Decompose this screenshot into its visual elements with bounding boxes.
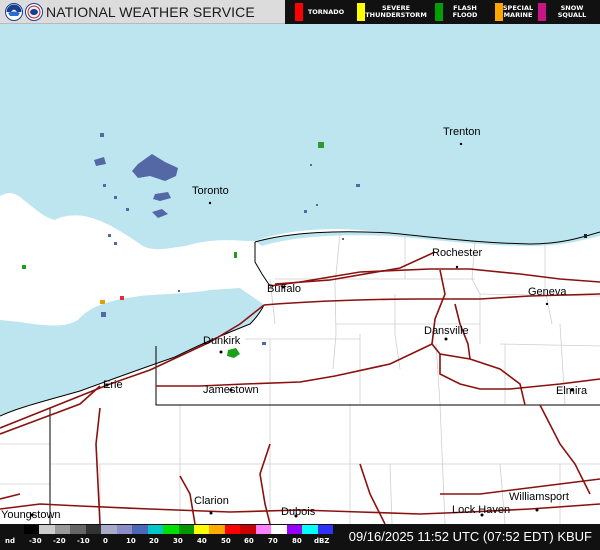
- scale-label: 30: [173, 537, 183, 545]
- warning-color-swatch: [295, 3, 303, 21]
- noaa-logo-icon: [5, 3, 23, 21]
- city-label-rochester: Rochester: [432, 247, 482, 259]
- agency-title: NATIONAL WEATHER SERVICE: [46, 4, 255, 20]
- scale-color-block: [116, 525, 133, 534]
- city-label-lock-haven: Lock Haven: [452, 504, 510, 516]
- radar-map[interactable]: Trenton Toronto Rochester Buffalo Geneva…: [0, 24, 600, 524]
- warning-legend-label: SPECIAL MARINE: [502, 4, 534, 19]
- warning-legend-label: SNOW SQUALL: [557, 4, 587, 19]
- scale-color-block: [255, 525, 272, 534]
- scale-label: -20: [53, 537, 66, 545]
- warning-legend-item: SNOW SQUALL: [538, 0, 598, 24]
- scale-label: 40: [197, 537, 207, 545]
- scale-color-block: [70, 525, 87, 534]
- scale-color-block: [39, 525, 56, 534]
- scale-label: 10: [126, 537, 136, 545]
- city-label-geneva: Geneva: [528, 286, 567, 298]
- scale-color-block: [286, 525, 303, 534]
- warning-legend-label: SEVERE THUNDERSTORM: [365, 4, 427, 19]
- city-label-elmira: Elmira: [556, 385, 588, 397]
- nws-logo-icon: [25, 3, 43, 21]
- scale-label: 80: [292, 537, 302, 545]
- scale-label: -30: [29, 537, 42, 545]
- city-label-youngstown: Youngstown: [1, 509, 61, 521]
- lake-ontario-north-shore-water: [0, 24, 600, 250]
- warning-legend-item: FLASH FLOOD: [435, 0, 487, 24]
- scale-color-block: [101, 525, 118, 534]
- city-label-buffalo: Buffalo: [267, 283, 301, 295]
- scale-color-block: [271, 525, 288, 534]
- scale-color-block: [317, 525, 334, 534]
- reflectivity-scale: nd -30 -20 -10 0 10 20 30 40 50 60 70 80 dBZ: [0, 524, 335, 550]
- scale-color-block: [193, 525, 210, 534]
- scale-label: 70: [268, 537, 278, 545]
- scale-color-block: [178, 525, 195, 534]
- city-label-toronto: Toronto: [192, 185, 229, 197]
- warning-legend-item: SPECIAL MARINE: [495, 0, 533, 24]
- city-label-erie: Erie: [103, 379, 123, 391]
- header-bar: NATIONAL WEATHER SERVICE TORNADO SEVERE T…: [0, 0, 600, 24]
- warning-color-swatch: [538, 3, 546, 21]
- scale-label: nd: [5, 537, 15, 545]
- city-label-jamestown: Jamestown: [203, 384, 259, 396]
- warning-legend-label: TORNADO: [307, 7, 345, 16]
- scale-label: 50: [221, 537, 231, 545]
- scale-color-block: [132, 525, 149, 534]
- scale-color-block: [209, 525, 226, 534]
- warning-legend-label: FLASH FLOOD: [452, 4, 478, 19]
- scale-label: dBZ: [314, 537, 330, 545]
- scale-label: 60: [244, 537, 254, 545]
- scale-color-block: [54, 525, 71, 534]
- scale-label: 20: [149, 537, 159, 545]
- scale-label: -10: [77, 537, 90, 545]
- scale-color-block: [147, 525, 164, 534]
- scale-color-block: [24, 525, 40, 534]
- scale-color-block: [240, 525, 257, 534]
- scale-color-block: [163, 525, 179, 534]
- city-label-dansville: Dansville: [424, 325, 469, 337]
- city-label-dunkirk: Dunkirk: [203, 335, 241, 347]
- scale-color-block: [302, 525, 319, 534]
- city-label-trenton: Trenton: [443, 126, 481, 138]
- warning-legend-item: SEVERE THUNDERSTORM: [357, 0, 427, 24]
- city-label-dubois: Dubois: [281, 506, 316, 518]
- warning-legend-item: TORNADO: [295, 0, 349, 24]
- warning-color-swatch: [495, 3, 503, 21]
- city-label-williamsport: Williamsport: [509, 491, 569, 503]
- warning-color-swatch: [435, 3, 443, 21]
- timestamp: 09/16/2025 11:52 UTC (07:52 EDT) KBUF: [348, 529, 592, 544]
- warning-color-swatch: [357, 3, 365, 21]
- footer-bar: nd -30 -20 -10 0 10 20 30 40 50 60 70 80 dBZ 09/16/20…: [0, 524, 600, 550]
- scale-color-block: [224, 525, 241, 534]
- warning-legend: TORNADO SEVERE THUNDERSTORM FLASH FLOOD SPE…: [285, 0, 600, 24]
- scale-label: 0: [103, 537, 108, 545]
- scale-color-block: [85, 525, 102, 534]
- city-label-clarion: Clarion: [194, 495, 229, 507]
